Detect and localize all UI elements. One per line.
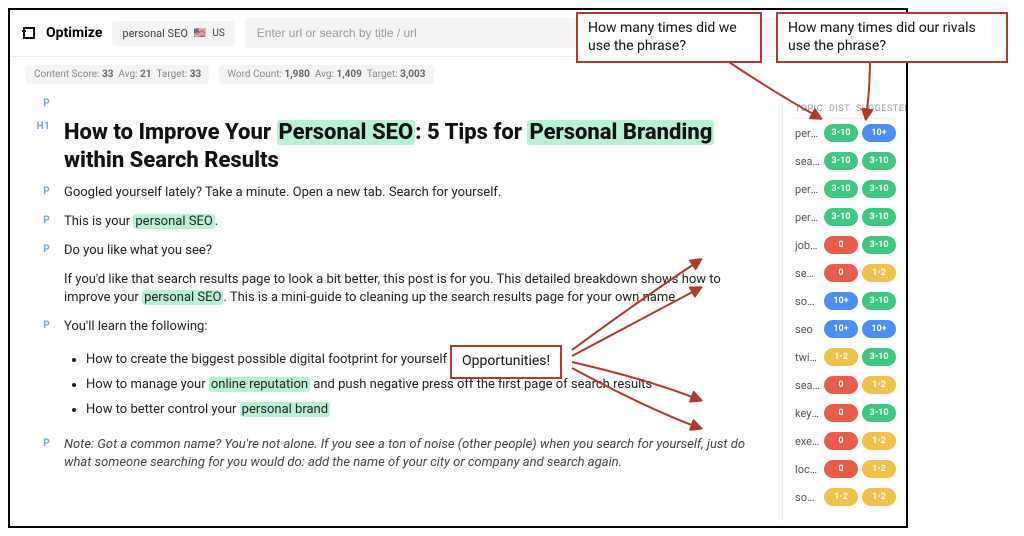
annotation-arrows [0, 0, 1024, 536]
annotation-used-phrase: How many times did we use the phrase? [576, 12, 762, 63]
annotation-opportunities: Opportunities! [450, 345, 562, 379]
annotation-rivals-phrase: How many times did our rivals use the ph… [776, 12, 1008, 63]
